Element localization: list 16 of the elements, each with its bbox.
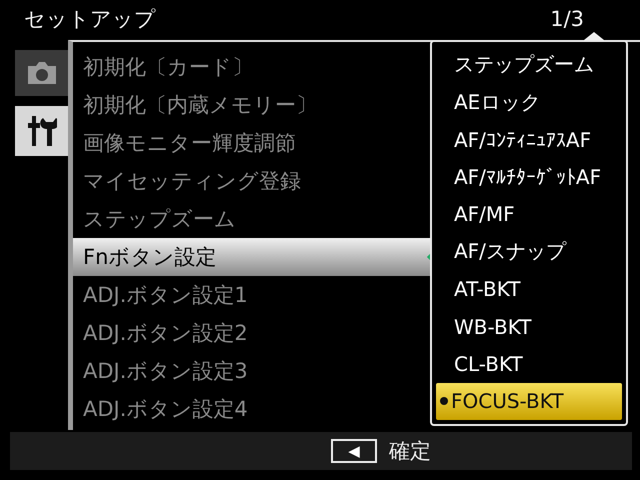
confirm-label: 確定 — [389, 438, 431, 465]
camera-icon — [26, 60, 58, 86]
left-key: ◀ — [331, 439, 377, 463]
option-item[interactable]: ステップズーム — [436, 46, 622, 84]
settings-icon — [26, 114, 56, 148]
option-item[interactable]: CL-BKT — [436, 345, 622, 383]
bullet-icon — [440, 397, 448, 406]
option-item[interactable]: FOCUS-BKT — [436, 382, 622, 420]
option-item[interactable]: AF/ｺﾝﾃｨﾆｭｱｽAF — [436, 120, 622, 158]
menu-tab[interactable] — [15, 106, 68, 156]
screen-title: セットアップ — [24, 6, 156, 33]
option-item[interactable]: AEロック — [436, 83, 622, 121]
option-item[interactable]: AF/ﾏﾙﾁﾀｰｹﾞｯﾄAF — [436, 158, 622, 196]
option-item[interactable]: AF/MF — [436, 196, 622, 234]
option-item[interactable]: WB-BKT — [436, 308, 622, 346]
page-indicator: 1/3 — [550, 7, 584, 31]
